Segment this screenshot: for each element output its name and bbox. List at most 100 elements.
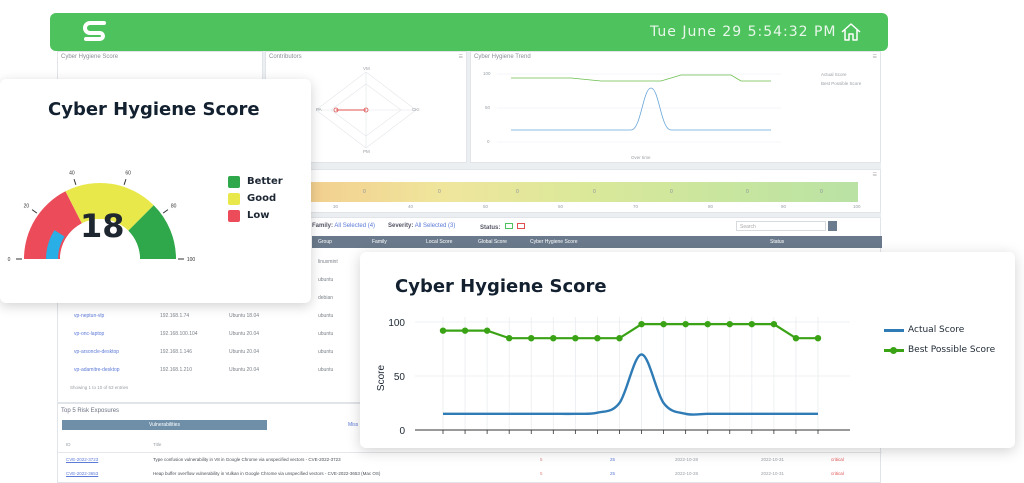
series-best-point[interactable] <box>814 335 822 342</box>
col-global-score[interactable]: Global Score <box>478 239 507 245</box>
legend-better: Better <box>247 176 283 187</box>
series-best-point[interactable] <box>682 320 689 328</box>
legend-good-swatch <box>228 193 240 205</box>
series-best-point[interactable] <box>638 320 645 328</box>
gauge-tick-label: 0 <box>8 257 11 263</box>
search-input[interactable]: Search <box>736 221 826 231</box>
col-cyber-score[interactable]: Cyber Hygiene Score <box>530 239 578 245</box>
risk-date2: 2022-10-31 <box>761 457 785 462</box>
monitor-green-icon[interactable] <box>505 223 514 229</box>
risk-date1: 2022-10-28 <box>675 471 699 476</box>
series-best-point[interactable] <box>770 320 778 328</box>
legend-actual: Actual Score <box>908 325 965 335</box>
series-best-point[interactable] <box>483 327 491 334</box>
legend-better-swatch <box>228 176 240 188</box>
gauge-tick <box>162 209 169 214</box>
series-best-point[interactable] <box>528 335 535 342</box>
y-tick-label: 50 <box>394 372 406 383</box>
table-row[interactable]: vp-neptun-vlp 192.168.1.74 Ubuntu 18.04 … <box>64 308 364 324</box>
risk-title: Top 5 Risk Exposures <box>61 408 120 414</box>
heat-value: 0 <box>593 189 596 195</box>
tab-vulnerabilities[interactable]: Vulnerabilities <box>62 420 267 430</box>
filter-status[interactable]: Status: <box>480 223 525 231</box>
risk-b[interactable]: 25 <box>610 471 615 476</box>
radar-label-pa: PA <box>316 107 322 112</box>
col-group[interactable]: Group <box>318 239 332 245</box>
monitor-red-icon[interactable] <box>516 223 525 229</box>
y-tick-label: 100 <box>388 318 405 329</box>
radar-label-vm: VM <box>363 66 370 71</box>
heat-tick: 60 <box>558 204 564 209</box>
gauge-tick <box>123 178 127 185</box>
mini-legend-actual: Actual Score <box>821 72 847 77</box>
page: Cyber Hygiene Score Contributors ☰ VM PA… <box>0 0 1024 483</box>
risk-severity: critical <box>831 457 844 462</box>
table-row[interactable]: vp-arsoncle-desktop 192.168.1.146 Ubuntu… <box>64 344 364 360</box>
risk-col-title: Title <box>153 442 162 447</box>
filter-severity[interactable]: Severity: All Selected (3) <box>388 223 455 229</box>
series-best-point[interactable] <box>704 320 711 328</box>
radar-label-cki: CKI <box>412 107 420 112</box>
heat-value: 0 <box>438 189 441 195</box>
series-best-point[interactable] <box>616 335 623 342</box>
gauge-tick-label: 20 <box>24 204 30 210</box>
mini-legend-best: Best Possible Score <box>821 81 862 86</box>
heat-tick: 90 <box>781 204 787 209</box>
series-best-point[interactable] <box>726 320 733 328</box>
heat-value: 0 <box>820 189 823 195</box>
heat-value: 0 <box>746 189 749 195</box>
heat-value: 0 <box>670 189 673 195</box>
col-status[interactable]: Status <box>770 239 784 245</box>
tab-misconfig[interactable]: Miss <box>348 422 358 428</box>
panel-title: Contributors <box>269 54 302 60</box>
gauge-tick-label: 100 <box>187 257 196 263</box>
search-icon[interactable] <box>828 221 837 231</box>
col-local-score[interactable]: Local Score <box>426 239 452 245</box>
heat-value: 0 <box>363 189 366 195</box>
gauge-card: Cyber Hygiene Score 0 20 40 60 80 100 18 Bett… <box>0 79 311 303</box>
legend-best-marker <box>890 347 897 354</box>
mini-tick-50: 50 <box>485 105 491 110</box>
series-best-point[interactable] <box>748 320 756 328</box>
series-best-point[interactable] <box>572 335 579 342</box>
legend-low: Low <box>247 210 270 221</box>
risk-b[interactable]: 25 <box>610 457 615 462</box>
gauge-tick-label: 60 <box>125 170 131 176</box>
table-header: Group Family Local Score Global Score Cy… <box>312 236 882 248</box>
risk-id-link[interactable]: CVE-2022-3653 <box>66 471 98 476</box>
y-tick-label: 0 <box>399 426 405 437</box>
risk-date1: 2022-10-28 <box>675 457 699 462</box>
filter-family[interactable]: Family: All Selected (4) <box>312 223 375 229</box>
mini-trend-chart <box>497 73 781 143</box>
risk-a: 5 <box>540 457 543 462</box>
series-best-point[interactable] <box>594 335 601 342</box>
heat-tick: 50 <box>483 204 489 209</box>
risk-col-id: ID <box>66 442 71 447</box>
risk-a: 5 <box>540 471 543 476</box>
series-best-point[interactable] <box>550 335 557 342</box>
top-bar: Tue June 29 5:54:32 PM <box>50 13 888 51</box>
table-row[interactable]: vp-adamitre-desktop 192.168.1.210 Ubuntu… <box>64 362 364 378</box>
trend-card: Cyber Hygiene Score 0 50 100 Score Actual S… <box>360 252 1015 448</box>
series-best-point[interactable] <box>792 335 800 342</box>
table-row[interactable]: vp-onc-laptop 192.168.100.104 Ubuntu 20.… <box>64 326 364 342</box>
heat-tick: 30 <box>333 204 339 209</box>
risk-title-text: Heap buffer overflow vulnerability in Vu… <box>153 471 381 476</box>
col-family[interactable]: Family <box>372 239 387 245</box>
gauge-tick-label: 40 <box>69 170 75 176</box>
risk-id-link[interactable]: CVE-2022-3723 <box>66 457 98 462</box>
series-best-point[interactable] <box>461 327 469 334</box>
mini-xlabel: Over time <box>631 155 651 160</box>
menu-icon[interactable]: ☰ <box>873 172 877 178</box>
menu-icon[interactable]: ☰ <box>873 54 877 60</box>
series-best-point[interactable] <box>505 335 513 342</box>
heat-tick: 40 <box>408 204 414 209</box>
risk-severity: critical <box>831 471 844 476</box>
menu-icon[interactable]: ☰ <box>459 54 463 60</box>
s-logo-icon[interactable] <box>82 20 108 44</box>
home-icon[interactable] <box>840 21 862 43</box>
heat-tick: 80 <box>708 204 714 209</box>
series-best-point[interactable] <box>439 327 447 334</box>
legend-good: Good <box>247 193 277 204</box>
series-best-point[interactable] <box>660 320 667 328</box>
